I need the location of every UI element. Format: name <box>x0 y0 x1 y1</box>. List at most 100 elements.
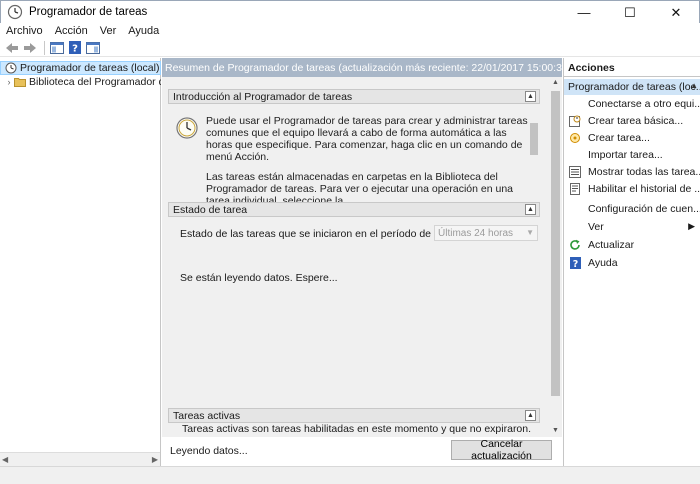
collapse-intro-icon[interactable]: ▲ <box>525 91 536 102</box>
action-account-settings[interactable]: Configuración de cuen... <box>564 201 700 217</box>
forward-arrow-icon <box>24 42 36 53</box>
submenu-arrow-icon: ▶ <box>688 221 695 231</box>
active-section-title: Tareas activas <box>173 409 241 422</box>
clock-icon <box>5 62 17 74</box>
intro-scrollbar-thumb[interactable] <box>530 123 538 155</box>
console-tree: Programador de tareas (local) › Bibliote… <box>0 58 161 466</box>
help-toolbar-button[interactable]: ? <box>67 40 83 56</box>
summary-vertical-scrollbar[interactable]: ▲ ▼ <box>549 77 562 437</box>
action-refresh-label: Actualizar <box>588 239 635 251</box>
action-create-basic-task[interactable]: Crear tarea básica... <box>564 113 700 129</box>
action-create-task-label: Crear tarea... <box>588 132 650 144</box>
period-select[interactable]: Últimas 24 horas ▼ <box>434 225 538 241</box>
blank-icon <box>569 98 581 110</box>
action-help[interactable]: ? Ayuda <box>564 255 700 271</box>
summary-body: Introducción al Programador de tareas ▲ … <box>162 77 549 437</box>
summary-pane: Resumen de Programador de tareas (actual… <box>162 58 562 466</box>
toolbar-separator <box>44 40 45 55</box>
intro-paragraph-1: Puede usar el Programador de tareas para… <box>206 115 528 163</box>
cancel-refresh-button[interactable]: Cancelar actualización <box>451 438 552 462</box>
help-icon: ? <box>569 257 581 269</box>
action-connect[interactable]: Conectarse a otro equi... <box>564 96 700 112</box>
action-account-settings-label: Configuración de cuen... <box>588 203 700 215</box>
chevron-down-icon: ▼ <box>526 228 534 237</box>
action-import-task[interactable]: Importar tarea... <box>564 147 700 163</box>
scroll-left-icon[interactable]: ◀ <box>2 455 8 464</box>
action-enable-history[interactable]: Habilitar el historial de ... <box>564 181 700 197</box>
actions-group-label: Programador de tareas (loc... <box>568 81 700 93</box>
folder-icon <box>14 78 26 87</box>
action-refresh[interactable]: Actualizar <box>564 237 700 253</box>
action-view-label: Ver <box>588 221 604 233</box>
show-tasks-icon <box>569 166 581 178</box>
scroll-right-icon[interactable]: ▶ <box>152 455 158 464</box>
state-section-header[interactable]: Estado de tarea ▲ <box>168 202 540 217</box>
action-pane-icon <box>86 41 100 54</box>
summary-footer: Leyendo datos... Cancelar actualización <box>162 437 562 466</box>
back-arrow-icon <box>6 42 18 53</box>
blank-icon <box>569 203 581 215</box>
action-show-all-tasks-label: Mostrar todas las tarea... <box>588 166 700 178</box>
summary-scrollbar-thumb[interactable] <box>551 91 560 396</box>
svg-text:?: ? <box>72 44 78 55</box>
tree-item-library[interactable]: › Biblioteca del Programador de ta <box>0 75 162 89</box>
intro-section-title: Introducción al Programador de tareas <box>173 90 353 103</box>
blank-icon <box>569 221 581 233</box>
svg-text:?: ? <box>572 259 578 269</box>
show-hide-action-pane-button[interactable] <box>85 40 101 56</box>
intro-text: Puede usar el Programador de tareas para… <box>206 115 528 215</box>
tree-item-library-label: Biblioteca del Programador de ta <box>29 76 161 88</box>
back-button[interactable] <box>4 40 20 56</box>
forward-button[interactable] <box>22 40 38 56</box>
actions-pane: Acciones Programador de tareas (loc... ▲… <box>563 58 700 466</box>
summary-header: Resumen de Programador de tareas (actual… <box>162 58 562 77</box>
action-create-task[interactable]: Crear tarea... <box>564 130 700 146</box>
status-bar <box>0 466 700 484</box>
scroll-down-icon[interactable]: ▼ <box>549 425 562 437</box>
actions-group-header[interactable]: Programador de tareas (loc... ▲ <box>564 79 700 95</box>
window-title: Programador de tareas <box>29 6 148 18</box>
menu-archivo[interactable]: Archivo <box>6 25 43 37</box>
menu-accion[interactable]: Acción <box>55 25 88 37</box>
menu-ayuda[interactable]: Ayuda <box>128 25 159 37</box>
blank-icon <box>569 149 581 161</box>
tree-item-root-label: Programador de tareas (local) <box>20 62 160 74</box>
help-icon: ? <box>69 41 81 54</box>
collapse-active-icon[interactable]: ▲ <box>525 410 536 421</box>
action-help-label: Ayuda <box>588 257 618 269</box>
refresh-icon <box>569 239 581 251</box>
show-hide-tree-button[interactable] <box>49 40 65 56</box>
action-connect-label: Conectarse a otro equi... <box>588 98 700 110</box>
menu-bar: Archivo Acción Ver Ayuda <box>0 23 700 39</box>
chevron-up-icon[interactable]: ▲ <box>690 81 698 90</box>
intro-section-header[interactable]: Introducción al Programador de tareas ▲ <box>168 89 540 104</box>
state-section-title: Estado de tarea <box>173 203 248 216</box>
console-tree-icon <box>50 41 64 54</box>
loading-message: Se están leyendo datos. Espere... <box>180 272 338 284</box>
clock-icon <box>176 117 198 139</box>
task-scheduler-app-icon <box>7 4 23 20</box>
intro-section-body: Puede usar el Programador de tareas para… <box>168 111 540 207</box>
menu-ver[interactable]: Ver <box>100 25 117 37</box>
title-bar: Programador de tareas — ☐ ✕ <box>0 0 700 23</box>
action-enable-history-label: Habilitar el historial de ... <box>588 183 700 195</box>
action-view[interactable]: Ver ▶ <box>564 219 700 235</box>
intro-scrollbar[interactable] <box>528 111 540 195</box>
scroll-up-icon[interactable]: ▲ <box>549 77 562 89</box>
close-button[interactable]: ✕ <box>653 1 699 24</box>
minimize-button[interactable]: — <box>561 1 607 24</box>
action-show-all-tasks[interactable]: Mostrar todas las tarea... <box>564 164 700 180</box>
action-import-task-label: Importar tarea... <box>588 149 663 161</box>
toolbar: ? <box>0 39 700 57</box>
active-tasks-text: Tareas activas son tareas habilitadas en… <box>182 423 532 435</box>
action-create-basic-task-label: Crear tarea básica... <box>588 115 684 127</box>
history-icon <box>569 183 581 195</box>
chevron-right-icon[interactable]: › <box>4 77 14 87</box>
active-section-header[interactable]: Tareas activas ▲ <box>168 408 540 423</box>
window-controls: — ☐ ✕ <box>561 1 699 24</box>
period-select-value: Últimas 24 horas <box>438 227 514 239</box>
tree-horizontal-scrollbar[interactable]: ◀ ▶ <box>0 452 160 466</box>
tree-item-root[interactable]: Programador de tareas (local) <box>0 61 161 75</box>
collapse-state-icon[interactable]: ▲ <box>525 204 536 215</box>
maximize-button[interactable]: ☐ <box>607 1 653 24</box>
